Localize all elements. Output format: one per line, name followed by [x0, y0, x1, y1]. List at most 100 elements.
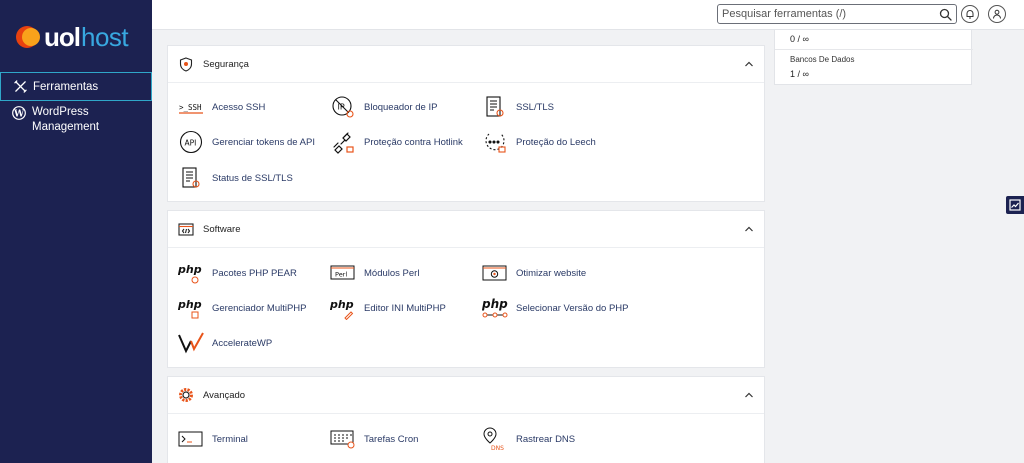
- tool-label: AccelerateWP: [212, 337, 273, 349]
- optimize-website-icon: [482, 260, 508, 286]
- tool-label: Gerenciar tokens de API: [212, 136, 315, 148]
- logo-suffix: host: [81, 21, 129, 52]
- panel-advanced: Avançado Terminal Tarefas Cron DNS Rastr…: [167, 376, 765, 463]
- tool-label: Tarefas Cron: [364, 433, 419, 445]
- tool-selecionar-versao-php[interactable]: php Selecionar Versão do PHP: [482, 294, 628, 322]
- leech-protection-icon: [482, 129, 508, 155]
- tool-label: Proteção contra Hotlink: [364, 136, 463, 148]
- search-box: [717, 4, 957, 24]
- tool-protecao-leech[interactable]: Proteção do Leech: [482, 128, 596, 156]
- tool-label: Otimizar website: [516, 267, 587, 279]
- panel-title: Avançado: [203, 389, 246, 401]
- tool-acceleratewp[interactable]: AccelerateWP: [178, 329, 272, 357]
- tool-label: Gerenciador MultiPHP: [212, 302, 307, 314]
- tool-label: Proteção do Leech: [516, 136, 596, 148]
- tool-tarefas-cron[interactable]: Tarefas Cron: [330, 425, 418, 453]
- panel-title: Software: [203, 223, 241, 235]
- php-editor-icon: php: [330, 295, 356, 321]
- tools-icon: [13, 80, 27, 94]
- panel-header-software[interactable]: Software: [168, 211, 764, 248]
- panel-software: Software php Pacotes PHP PEAR Perl Módul…: [167, 210, 765, 368]
- sidebar-item-label: Ferramentas: [33, 80, 99, 93]
- panel-header-security[interactable]: Segurança: [168, 46, 764, 83]
- api-token-icon: API: [178, 129, 204, 155]
- ssh-icon: >_SSH: [178, 94, 204, 120]
- tool-editor-ini-multiphp[interactable]: php Editor INI MultiPHP: [330, 294, 446, 322]
- tool-rastrear-dns[interactable]: DNS Rastrear DNS: [482, 425, 575, 453]
- search-icon[interactable]: [939, 8, 952, 21]
- chevron-up-icon[interactable]: [744, 60, 754, 68]
- svg-text:W: W: [13, 109, 25, 119]
- ip-blocker-icon: IP: [330, 94, 356, 120]
- tool-modulos-perl[interactable]: Perl Módulos Perl: [330, 259, 419, 287]
- sidebar-item-label: WordPress: [32, 106, 89, 118]
- trending-chart-icon: [1009, 199, 1021, 211]
- tool-label: Pacotes PHP PEAR: [212, 267, 297, 279]
- perl-icon: Perl: [330, 260, 356, 286]
- shield-icon: [178, 56, 194, 72]
- divider: [775, 49, 973, 50]
- sidebar-item-wordpress-management[interactable]: W WordPress Management: [0, 105, 152, 135]
- svg-text:DNS: DNS: [491, 445, 504, 452]
- tool-gerenciar-tokens-api[interactable]: API Gerenciar tokens de API: [178, 128, 315, 156]
- uolhost-logo[interactable]: uol host: [16, 21, 129, 52]
- svg-text:API: API: [185, 138, 197, 147]
- svg-text:php: php: [178, 263, 202, 276]
- certificate-icon: [482, 94, 508, 120]
- terminal-icon: [178, 426, 204, 452]
- tool-bloqueador-de-ip[interactable]: IP Bloqueador de IP: [330, 93, 437, 121]
- svg-text:Perl: Perl: [335, 271, 347, 279]
- tool-pacotes-php-pear[interactable]: php Pacotes PHP PEAR: [178, 259, 297, 287]
- code-window-icon: [178, 221, 194, 237]
- panel-title: Segurança: [203, 58, 249, 70]
- php-version-icon: php: [482, 295, 508, 321]
- svg-text:php: php: [482, 297, 508, 311]
- panel-header-advanced[interactable]: Avançado: [168, 377, 764, 414]
- dns-location-icon: DNS: [482, 426, 508, 452]
- php-pear-icon: php: [178, 260, 204, 286]
- tool-label: Acesso SSH: [212, 101, 266, 113]
- tool-label: Bloqueador de IP: [364, 101, 438, 113]
- sidebar-item-ferramentas[interactable]: Ferramentas: [0, 72, 152, 101]
- tool-label: SSL/TLS: [516, 101, 555, 113]
- logo-word: uol: [44, 21, 81, 52]
- calendar-clock-icon: [330, 426, 356, 452]
- svg-text:>_SSH: >_SSH: [179, 103, 202, 112]
- chevron-up-icon[interactable]: [744, 225, 754, 233]
- bell-icon: [966, 10, 974, 19]
- search-input[interactable]: [718, 8, 928, 20]
- broken-link-icon: [330, 129, 356, 155]
- stat-value-databases: 1 / ∞: [790, 69, 809, 79]
- user-icon: [993, 9, 1001, 19]
- logo-mark-icon: [16, 24, 42, 50]
- stat-label-databases: Bancos De Dados: [790, 55, 855, 64]
- tool-label: Rastrear DNS: [516, 433, 576, 445]
- wordpress-icon: W: [12, 106, 26, 120]
- acceleratewp-icon: [178, 330, 204, 356]
- chevron-up-icon[interactable]: [744, 391, 754, 399]
- topbar: [152, 0, 1024, 30]
- panel-security: Segurança >_SSH Acesso SSH IP Bloqueador…: [167, 45, 765, 202]
- sidebar: uol host Ferramentas W WordPress Managem…: [0, 0, 152, 463]
- tool-label: Selecionar Versão do PHP: [516, 302, 629, 314]
- gear-icon: [178, 387, 194, 403]
- php-manager-icon: php: [178, 295, 204, 321]
- stats-toggle-button[interactable]: [1006, 196, 1024, 214]
- tool-otimizar-website[interactable]: Otimizar website: [482, 259, 586, 287]
- tool-status-ssl-tls[interactable]: Status de SSL/TLS: [178, 164, 293, 192]
- stats-panel: 0 / ∞ Bancos De Dados 1 / ∞: [774, 30, 973, 85]
- svg-text:php: php: [330, 298, 354, 311]
- tool-acesso-ssh[interactable]: >_SSH Acesso SSH: [178, 93, 265, 121]
- tool-gerenciador-multiphp[interactable]: php Gerenciador MultiPHP: [178, 294, 307, 322]
- tool-label: Terminal: [212, 433, 248, 445]
- tool-protecao-hotlink[interactable]: Proteção contra Hotlink: [330, 128, 463, 156]
- user-menu-button[interactable]: [988, 5, 1006, 23]
- tool-terminal[interactable]: Terminal: [178, 425, 248, 453]
- tool-label: Módulos Perl: [364, 267, 420, 279]
- tool-label: Editor INI MultiPHP: [364, 302, 446, 314]
- stat-value: 0 / ∞: [790, 34, 809, 44]
- tool-ssl-tls[interactable]: SSL/TLS: [482, 93, 554, 121]
- certificate-status-icon: [178, 165, 204, 191]
- tool-label: Status de SSL/TLS: [212, 172, 293, 184]
- notifications-button[interactable]: [961, 5, 979, 23]
